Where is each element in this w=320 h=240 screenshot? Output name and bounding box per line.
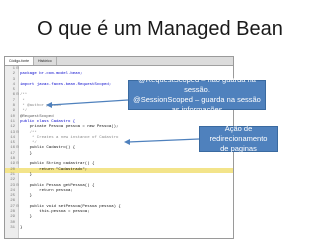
code-text: package br.com.model.bean; [20,72,83,77]
scope-callout-line1: @RequestScoped – não guarda na sessão. [138,75,256,94]
line-number: 31 [10,225,15,230]
tab-source[interactable]: Código-fonte [5,57,35,65]
code-text: } [20,194,33,199]
code-text: } [20,172,33,177]
scope-callout-line2: @SessionScoped – guarda na sessão as inf… [133,95,261,114]
code-line[interactable]: 31} [5,226,233,231]
action-callout-line2: de paginas [220,144,257,153]
slide-title: O que é um Managed Bean [37,18,283,40]
code-text: } [20,225,23,230]
code-text: } [20,215,33,220]
action-callout: Ação de redirecionamento de paginas [199,124,278,153]
code-text: import javax.faces.bean.RequestScoped; [20,82,112,87]
editor-tabs: Código-fonte Histórico [5,57,233,66]
code-text: } [20,151,33,156]
action-callout-line1: Ação de redirecionamento [209,124,268,143]
tab-history[interactable]: Histórico [34,57,57,65]
scope-callout: @RequestScoped – não guarda na sessão. @… [128,75,266,114]
